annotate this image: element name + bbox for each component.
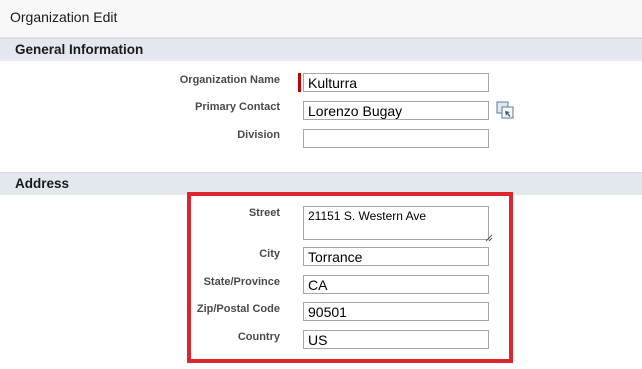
highlight-annotation-box [187, 192, 513, 363]
page-header: Organization Edit [0, 0, 642, 38]
org-name-field[interactable] [303, 73, 489, 92]
primary-contact-field[interactable] [303, 101, 489, 120]
page-title: Organization Edit [10, 9, 118, 25]
division-field[interactable] [303, 129, 489, 148]
section-header-general-information: General Information [0, 38, 642, 61]
division-label: Division [237, 129, 280, 141]
primary-contact-label: Primary Contact [195, 101, 280, 113]
section-title: Address [15, 176, 70, 191]
section-title: General Information [15, 42, 144, 57]
lookup-icon[interactable] [496, 101, 515, 120]
org-name-label: Organization Name [179, 74, 280, 86]
required-indicator [298, 73, 301, 92]
